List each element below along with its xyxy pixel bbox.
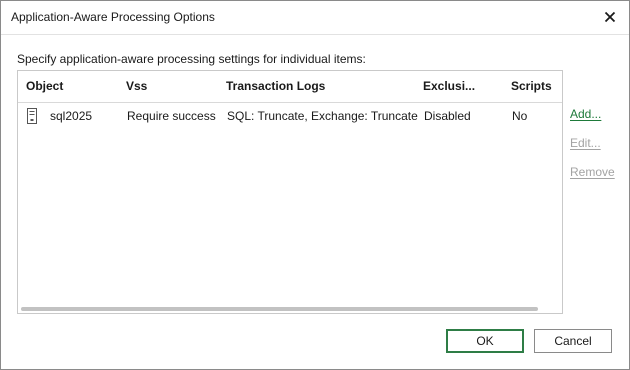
column-header-scripts[interactable]: Scripts: [511, 79, 561, 93]
table-row[interactable]: sql2025 Require success SQL: Truncate, E…: [18, 103, 562, 130]
horizontal-scrollbar[interactable]: [18, 304, 562, 313]
column-header-vss[interactable]: Vss: [126, 79, 216, 93]
cancel-button[interactable]: Cancel: [534, 329, 612, 353]
cell-transaction-logs: SQL: Truncate, Exchange: Truncate: [227, 109, 418, 123]
add-link[interactable]: Add...: [570, 107, 601, 121]
dialog-title: Application-Aware Processing Options: [11, 10, 215, 24]
edit-link[interactable]: Edit...: [570, 136, 601, 150]
cell-scripts: No: [512, 109, 528, 123]
cell-object: sql2025: [50, 109, 93, 123]
cell-vss: Require success: [127, 109, 216, 123]
horizontal-scrollbar-thumb[interactable]: [21, 307, 538, 311]
items-grid[interactable]: Object Vss Transaction Logs Exclusi... S…: [17, 70, 563, 314]
application-aware-processing-dialog: Application-Aware Processing Options Spe…: [0, 0, 630, 370]
server-icon: [27, 108, 37, 127]
column-header-transaction-logs[interactable]: Transaction Logs: [226, 79, 406, 93]
column-header-object[interactable]: Object: [26, 79, 116, 93]
title-bar: Application-Aware Processing Options: [1, 1, 629, 35]
column-header-exclusions[interactable]: Exclusi...: [423, 79, 503, 93]
ok-button[interactable]: OK: [446, 329, 524, 353]
instruction-text: Specify application-aware processing set…: [17, 52, 366, 66]
grid-header: Object Vss Transaction Logs Exclusi... S…: [18, 71, 562, 103]
close-icon[interactable]: [599, 6, 621, 28]
remove-link[interactable]: Remove: [570, 165, 615, 179]
cell-exclusions: Disabled: [424, 109, 471, 123]
